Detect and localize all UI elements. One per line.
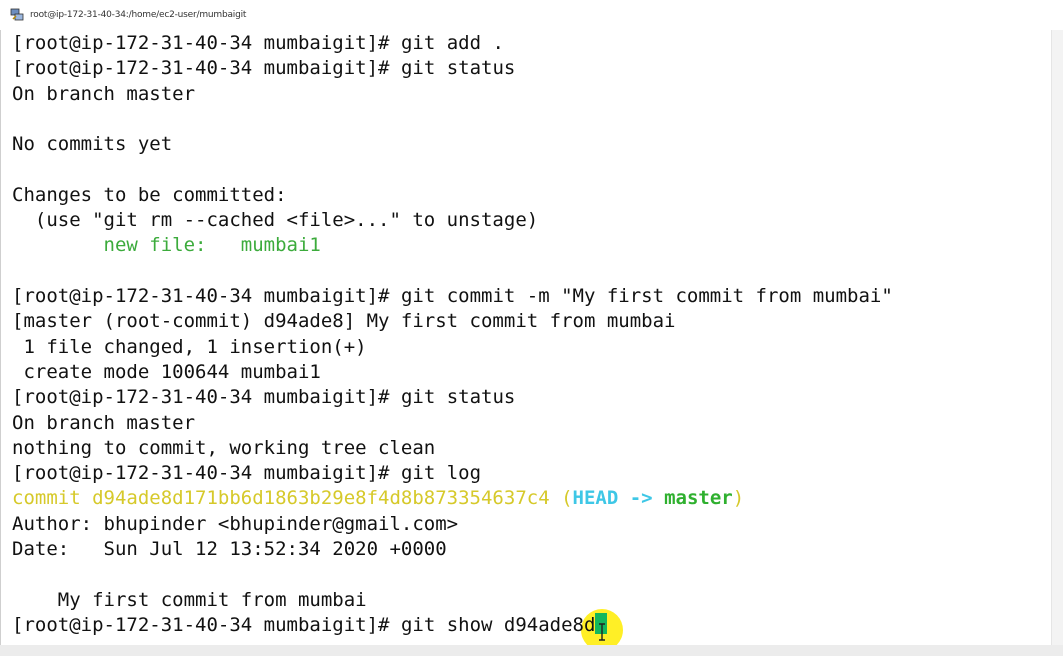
output-line: No commits yet [12,132,172,157]
command-text: git show d94ade8d [389,613,596,636]
command-line: [root@ip-172-31-40-34 mumbaigit]# git co… [12,284,893,309]
output-line: 1 file changed, 1 insertion(+) [12,335,367,360]
command-text: git add . [389,32,504,54]
command-line: [root@ip-172-31-40-34 mumbaigit]# git st… [12,385,515,410]
output-text: [master (root-commit) d94ade8] My first … [12,310,676,333]
command-text: git status [389,57,516,80]
command-line: [root@ip-172-31-40-34 mumbaigit]# git lo… [12,461,481,486]
commit-hash: commit d94ade8d171bb6d1863b29e8f4d8b8733… [12,487,550,510]
text-cursor-icon [598,623,606,645]
head-ref: HEAD -> [572,487,665,510]
ref-close-paren: ) [732,487,745,510]
window-bottom-edge [0,645,1063,656]
output-text: On branch master [12,411,196,434]
shell-prompt: [root@ip-172-31-40-34 mumbaigit]# [12,57,390,80]
shell-prompt: [root@ip-172-31-40-34 mumbaigit]# [12,32,390,54]
output-line: (use "git rm --cached <file>..." to unst… [12,208,538,233]
shell-prompt: [root@ip-172-31-40-34 mumbaigit]# [12,613,390,636]
ref-open-paren: ( [561,487,573,510]
output-text: create mode 100644 mumbai1 [12,360,321,383]
staged-file-line: new file: mumbai1 [12,233,321,258]
output-line: nothing to commit, working tree clean [12,436,435,461]
output-text: (use "git rm --cached <file>..." to unst… [12,209,539,232]
window-title: root@ip-172-31-40-34:/home/ec2-user/mumb… [30,10,247,20]
output-text: 1 file changed, 1 insertion(+) [12,335,367,358]
title-bar: root@ip-172-31-40-34:/home/ec2-user/mumb… [0,0,1063,30]
output-line: Author: bhupinder <bhupinder@gmail.com> [12,512,458,537]
shell-prompt: [root@ip-172-31-40-34 mumbaigit]# [12,386,390,409]
command-text: git log [389,462,482,485]
current-command-line: [root@ip-172-31-40-34 mumbaigit]# git sh… [12,608,624,645]
new-file-label: new file: [103,234,207,257]
output-text: Author: bhupinder <bhupinder@gmail.com> [12,512,459,535]
command-line: [root@ip-172-31-40-34 mumbaigit]# git st… [12,56,515,81]
command-text: git commit -m "My first commit from mumb… [389,285,893,307]
staged-file-name: mumbai1 [240,234,321,257]
terminal-scrollbar[interactable] [1051,30,1063,645]
terminal-window: root@ip-172-31-40-34:/home/ec2-user/mumb… [0,0,1063,656]
output-text: Changes to be committed: [12,183,287,206]
output-line: My first commit from mumbai [12,588,367,613]
output-text: nothing to commit, working tree clean [12,436,436,459]
output-text: My first commit from mumbai [12,588,367,611]
branch-ref: master [664,487,733,510]
output-line: On branch master [12,82,195,107]
commit-line: commit d94ade8d171bb6d1863b29e8f4d8b8733… [12,486,744,511]
output-text: On branch master [12,82,196,105]
output-line: On branch master [12,411,195,436]
output-text: Date: Sun Jul 12 13:52:34 2020 +0000 [12,538,447,560]
output-line: Date: Sun Jul 12 13:52:34 2020 +0000 [12,537,447,562]
shell-prompt: [root@ip-172-31-40-34 mumbaigit]# [12,462,390,485]
output-line: create mode 100644 mumbai1 [12,360,321,385]
output-text: No commits yet [12,133,173,156]
output-line: Changes to be committed: [12,183,287,208]
output-line: [master (root-commit) d94ade8] My first … [12,309,675,334]
terminal-output[interactable]: [root@ip-172-31-40-34 mumbaigit]# git ad… [0,30,1063,645]
shell-prompt: [root@ip-172-31-40-34 mumbaigit]# [12,285,390,307]
putty-icon [10,8,24,22]
cursor-area [581,608,624,645]
command-text: git status [389,386,516,409]
command-line: [root@ip-172-31-40-34 mumbaigit]# git ad… [12,31,504,56]
